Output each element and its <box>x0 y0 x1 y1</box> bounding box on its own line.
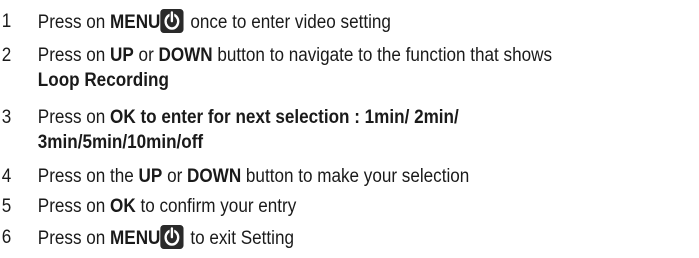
power-icon <box>160 9 184 33</box>
menu-keyword: MENU <box>110 228 161 249</box>
step-number: 1 <box>1 11 12 32</box>
step-text: Press on UP or DOWN button to navigate t… <box>38 43 552 69</box>
text-run: Press on the <box>37 166 139 187</box>
step-number: 3 <box>1 107 12 128</box>
text-run: to confirm your entry <box>135 196 297 217</box>
ok-selection-keyword: OK to enter for next selection : 1min/ 2… <box>110 107 459 128</box>
ok-keyword: OK <box>110 196 136 217</box>
step-number: 2 <box>1 45 12 66</box>
power-icon <box>160 225 184 249</box>
text-run: Press on <box>37 196 111 217</box>
step-text: Press on MENU once to enter video settin… <box>38 9 391 36</box>
text-run: or <box>162 166 188 187</box>
up-keyword: UP <box>138 166 163 187</box>
text-run: button to make your selection <box>241 166 470 187</box>
text-run: once to enter video setting <box>185 12 391 33</box>
up-keyword: UP <box>110 45 134 66</box>
text-run: Press on <box>37 228 111 249</box>
text-run: Press on <box>37 12 111 33</box>
loop-recording-keyword: Loop Recording <box>37 70 169 91</box>
text-run: Press on <box>37 107 111 128</box>
text-run: button to navigate to the function that … <box>212 45 553 66</box>
step-number: 6 <box>1 227 12 248</box>
step-text: Press on OK to confirm your entry <box>38 194 296 220</box>
down-keyword: DOWN <box>187 166 242 187</box>
step-text: Press on OK to enter for next selection … <box>38 105 459 131</box>
instruction-list: 1 Press on MENU once to enter video sett… <box>0 0 699 258</box>
step-number: 5 <box>1 196 12 217</box>
text-run: Press on <box>37 45 111 66</box>
selection-options: 3min/5min/10min/off <box>37 132 204 153</box>
step-number: 4 <box>1 166 12 187</box>
text-run: or <box>133 45 159 66</box>
menu-keyword: MENU <box>110 12 161 33</box>
down-keyword: DOWN <box>158 45 213 66</box>
step-text: Press on MENU to exit Setting <box>38 225 294 252</box>
step-text: Press on the UP or DOWN button to make y… <box>38 164 470 190</box>
text-run: to exit Setting <box>185 228 294 249</box>
